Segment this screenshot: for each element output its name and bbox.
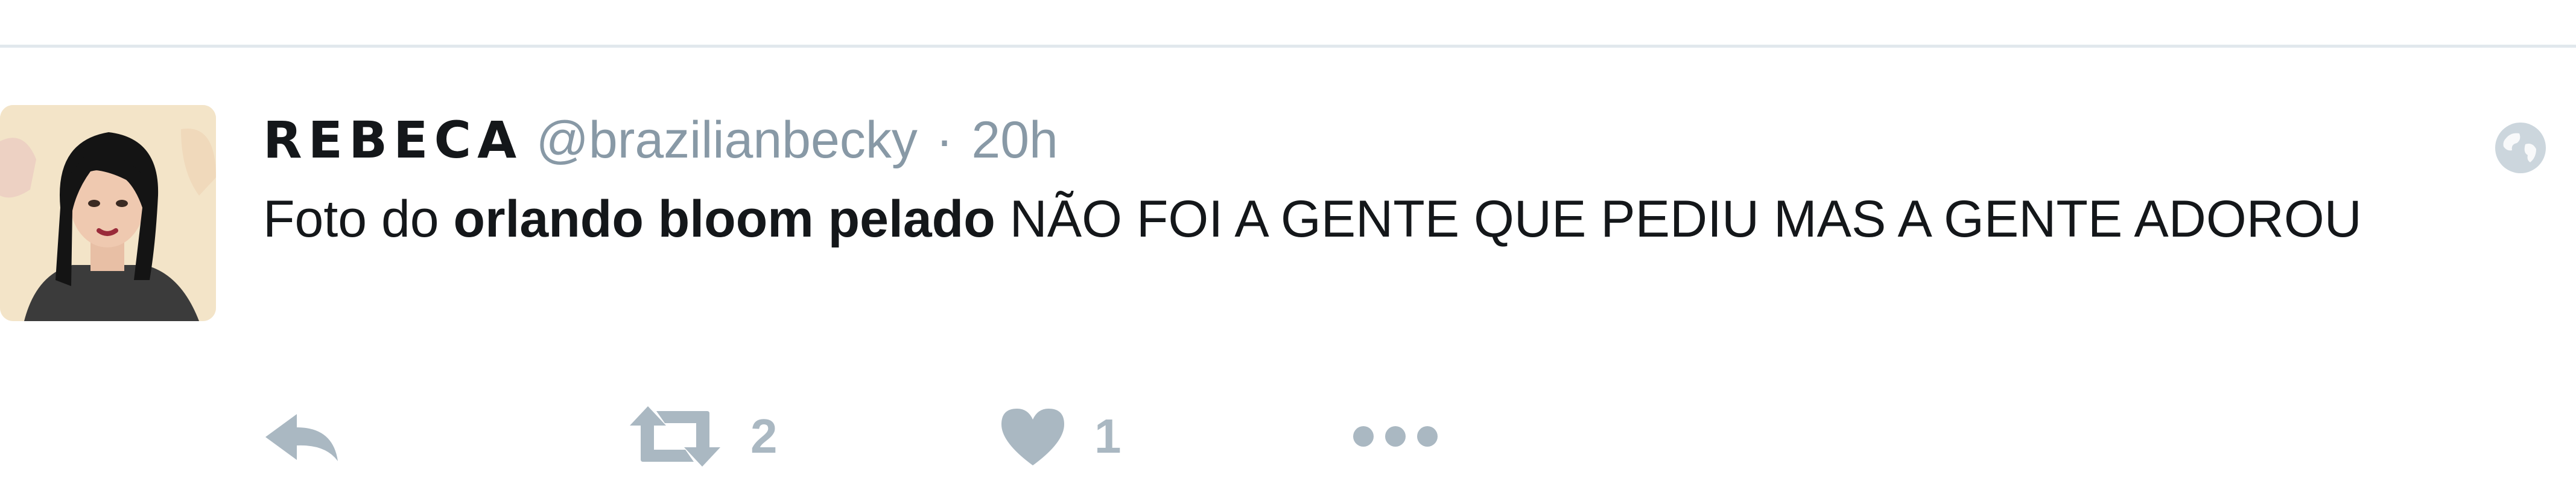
reply-icon <box>263 409 341 464</box>
avatar[interactable] <box>0 105 216 321</box>
more-button[interactable] <box>1351 400 1439 473</box>
retweet-icon <box>627 406 723 467</box>
username[interactable]: @brazilianbecky <box>536 111 918 169</box>
like-button[interactable]: 1 <box>999 400 1121 473</box>
tweet-text-start: Foto do <box>263 190 454 248</box>
retweet-button[interactable]: 2 <box>627 400 778 473</box>
timestamp[interactable]: 20h <box>971 111 1058 169</box>
retweet-count: 2 <box>750 409 778 463</box>
like-count: 1 <box>1094 409 1121 463</box>
tweet-text-end: NÃO FOI A GENTE QUE PEDIU MAS A GENTE AD… <box>995 190 2362 248</box>
tweet-text: Foto do orlando bloom pelado NÃO FOI A G… <box>263 179 2375 259</box>
heart-icon <box>999 406 1067 467</box>
display-name[interactable]: REBECA <box>263 110 522 170</box>
tweet-header: REBECA @brazilianbecky · 20h <box>263 107 1058 173</box>
separator-dot: · <box>936 111 953 169</box>
tweet[interactable]: REBECA @brazilianbecky · 20h Foto do orl… <box>0 48 2576 501</box>
tweet-text-bold: orlando bloom pelado <box>453 190 995 248</box>
reply-button[interactable] <box>263 400 341 473</box>
globe-icon <box>2493 120 2548 176</box>
more-dots-icon <box>1351 424 1439 448</box>
